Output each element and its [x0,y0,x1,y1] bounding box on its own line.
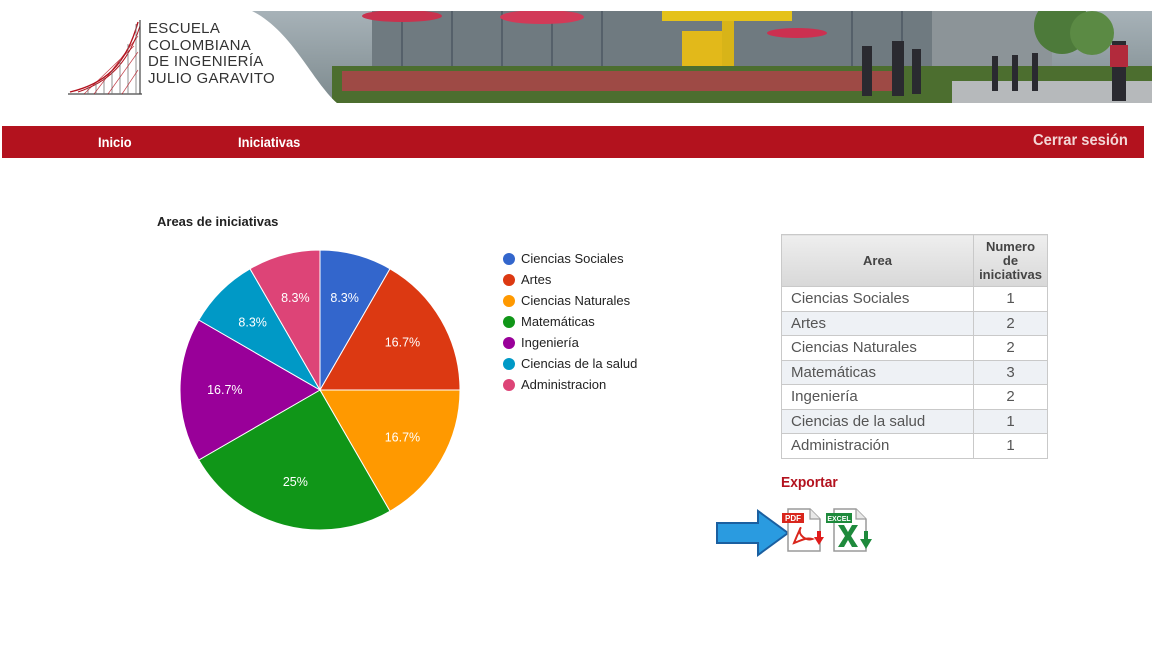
count-cell: 3 [973,359,1048,385]
table-row: Ciencias Naturales 2 [781,335,1048,361]
pie-chart: 8.3% 16.7% 16.7% 25% 16.7% 8.3% 8.3% [179,249,461,531]
legend-swatch [503,315,515,328]
column-header-count-line: iniciativas [979,266,1042,282]
export-title: Exportar [781,474,838,491]
area-cell: Ciencias Naturales [781,335,974,361]
pie-slice-label: 8.3% [330,291,359,305]
header: Escuela Colombiana de Ingeniería Julio G… [0,0,1152,110]
logout-link[interactable]: Cerrar sesión [1033,132,1128,150]
area-cell: Ciencias de la salud [781,408,974,434]
app: Escuela Colombiana de Ingeniería Julio G… [0,0,1152,646]
legend-item: Ciencias Sociales [503,248,637,269]
main-navbar: Inicio Iniciativas Cerrar sesión [2,126,1144,158]
legend-item: Ciencias de la salud [503,353,637,374]
area-cell: Matemáticas [781,359,974,385]
export-excel-button[interactable]: EXCEL [826,507,874,555]
pdf-icon-label: PDF [785,514,801,523]
legend-item: Matemáticas [503,311,637,332]
chart-title: Areas de iniciativas [157,214,279,229]
legend-swatch [503,336,515,349]
legend-item: Artes [503,269,637,290]
pie-slice-label: 25% [283,475,308,489]
area-cell: Artes [781,310,974,336]
legend-label: Matemáticas [521,314,595,329]
excel-icon-label: EXCEL [827,516,851,523]
count-cell: 1 [973,286,1048,312]
pie-slice-label: 16.7% [385,335,420,349]
count-cell: 2 [973,384,1048,410]
legend-item: Ingeniería [503,332,637,353]
count-cell: 1 [973,408,1048,434]
count-cell: 2 [973,310,1048,336]
table-row: Matemáticas 3 [781,359,1048,385]
legend-swatch [503,273,515,286]
pie-slice-label: 16.7% [385,431,420,445]
column-header-count-line: Numero [985,238,1036,254]
table-row: Artes 2 [781,310,1048,336]
column-header-count: Numero de iniciativas [973,234,1048,287]
legend-label: Ciencias Naturales [521,293,631,308]
area-cell: Ciencias Sociales [781,286,974,312]
pie-slice-label: 8.3% [281,291,310,305]
table-row: Administración 1 [781,433,1048,459]
initiatives-table: Area Numero de iniciativas Ciencias Soci… [781,234,1048,459]
column-header-count-line: de [1002,252,1019,268]
export-pdf-button[interactable]: PDF [780,507,828,555]
legend-label: Artes [521,272,552,287]
legend-swatch [503,378,515,391]
legend-item: Ciencias Naturales [503,290,637,311]
table-row: Ciencias de la salud 1 [781,408,1048,434]
pie-slice-label: 8.3% [238,316,267,330]
legend-item: Administracion [503,374,637,395]
count-cell: 1 [973,433,1048,459]
area-cell: Ingeniería [781,384,974,410]
nav-inicio-link[interactable]: Inicio [98,134,132,150]
legend-swatch [503,294,515,307]
legend-swatch [503,357,515,370]
table-row: Ciencias Sociales 1 [781,286,1048,312]
campus-banner-image [252,11,1152,103]
legend-label: Ingeniería [521,335,579,350]
nav-iniciativas-link[interactable]: Iniciativas [238,134,300,150]
column-header-area: Area [781,234,974,287]
legend-label: Ciencias Sociales [521,251,624,266]
legend-label: Ciencias de la salud [521,356,638,371]
legend-label: Administracion [521,377,607,392]
area-cell: Administración [781,433,974,459]
table-row: Ingeniería 2 [781,384,1048,410]
chart-legend: Ciencias Sociales Artes Ciencias Natural… [503,248,637,395]
pie-slice-label: 16.7% [207,383,242,397]
legend-swatch [503,252,515,265]
count-cell: 2 [973,335,1048,361]
table-header-row: Area Numero de iniciativas [781,234,1048,287]
